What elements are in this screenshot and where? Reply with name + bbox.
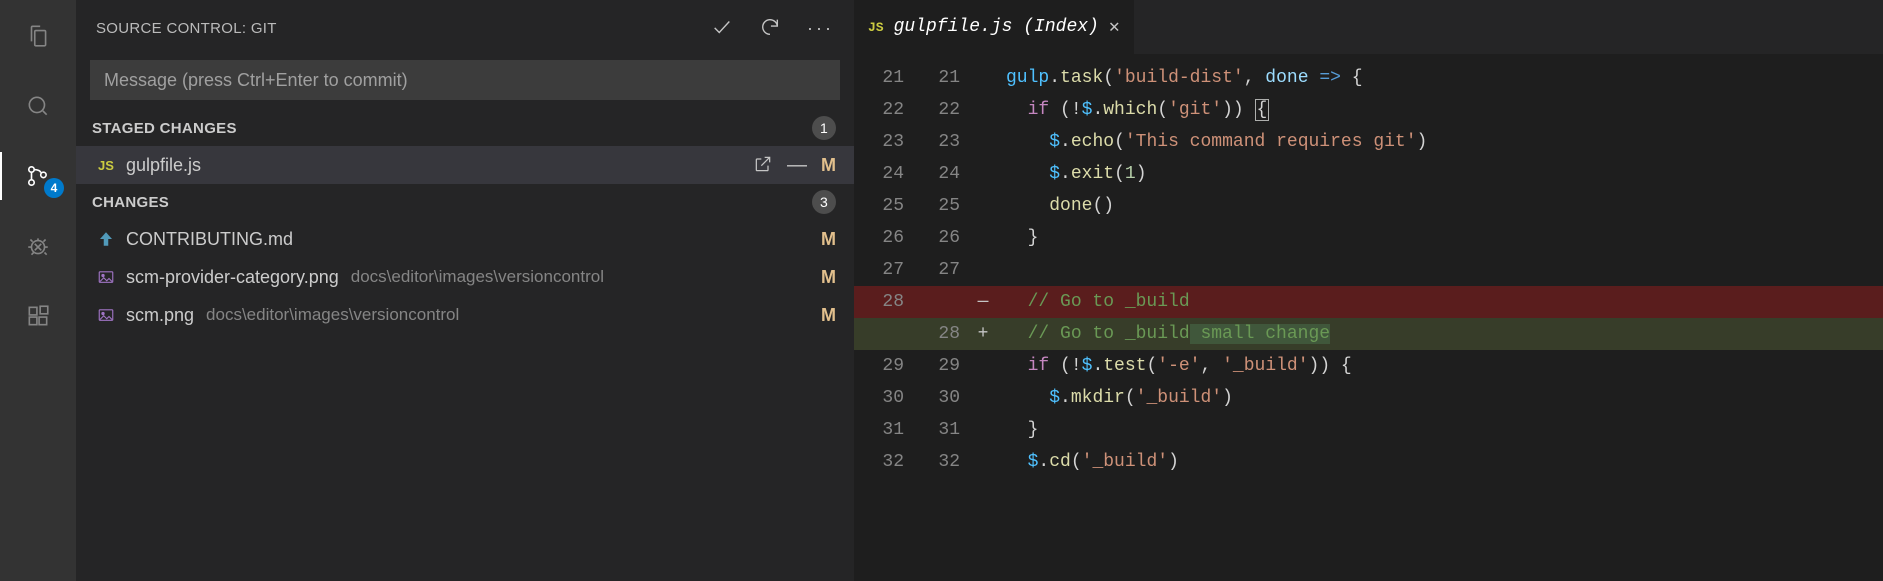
code-line[interactable]: 28— // Go to _build <box>854 286 1883 318</box>
explorer-icon[interactable] <box>14 12 62 60</box>
line-number-original: 32 <box>854 452 910 472</box>
search-icon[interactable] <box>14 82 62 130</box>
source-control-panel: SOURCE CONTROL: GIT ··· Message (press C… <box>76 0 854 581</box>
line-number-modified: 27 <box>910 260 966 280</box>
editor-area: JS gulpfile.js (Index) ✕ 2121gulp.task('… <box>854 0 1883 581</box>
line-number-original: 29 <box>854 356 910 376</box>
diff-editor[interactable]: 2121gulp.task('build-dist', done => {222… <box>854 54 1883 581</box>
markdown-file-icon <box>96 230 116 248</box>
code-line[interactable]: 2121gulp.task('build-dist', done => { <box>854 62 1883 94</box>
file-path: docs\editor\images\versioncontrol <box>351 267 604 287</box>
source-control-icon[interactable]: 4 <box>14 152 62 200</box>
commit-placeholder: Message (press Ctrl+Enter to commit) <box>104 70 408 91</box>
extensions-icon[interactable] <box>14 292 62 340</box>
line-number-modified: 22 <box>910 100 966 120</box>
line-number-original: 22 <box>854 100 910 120</box>
code-line[interactable]: 3030 $.mkdir('_build') <box>854 382 1883 414</box>
tab-bar: JS gulpfile.js (Index) ✕ <box>854 0 1883 54</box>
line-number-original: 30 <box>854 388 910 408</box>
status-letter: M <box>821 229 836 250</box>
line-number-modified: 25 <box>910 196 966 216</box>
staged-count: 1 <box>812 116 836 140</box>
code-line[interactable]: 3131 } <box>854 414 1883 446</box>
line-number-original: 21 <box>854 68 910 88</box>
code-line[interactable]: 2424 $.exit(1) <box>854 158 1883 190</box>
panel-header: SOURCE CONTROL: GIT ··· <box>76 0 854 56</box>
refresh-icon[interactable] <box>759 16 781 41</box>
line-number-modified: 31 <box>910 420 966 440</box>
js-file-icon: JS <box>868 20 884 35</box>
line-number-modified: 29 <box>910 356 966 376</box>
line-number-modified: 28 <box>910 324 966 344</box>
line-number-original: 24 <box>854 164 910 184</box>
file-path: docs\editor\images\versioncontrol <box>206 305 459 325</box>
file-row[interactable]: scm.png docs\editor\images\versioncontrol… <box>76 296 854 334</box>
js-file-icon: JS <box>96 158 116 173</box>
close-icon[interactable]: ✕ <box>1109 16 1120 38</box>
file-name: scm.png <box>126 305 194 326</box>
panel-title: SOURCE CONTROL: GIT <box>96 20 277 37</box>
changes-count: 3 <box>812 190 836 214</box>
tab-gulpfile[interactable]: JS gulpfile.js (Index) ✕ <box>854 0 1135 54</box>
unstage-icon[interactable]: — <box>787 154 807 177</box>
file-row[interactable]: scm-provider-category.png docs\editor\ima… <box>76 258 854 296</box>
line-number-original: 26 <box>854 228 910 248</box>
code-line[interactable]: 3232 $.cd('_build') <box>854 446 1883 478</box>
image-file-icon <box>96 268 116 286</box>
code-line[interactable]: 2929 if (!$.test('-e', '_build')) { <box>854 350 1883 382</box>
activity-bar: 4 <box>0 0 76 581</box>
line-number-original: 28 <box>854 292 910 312</box>
staged-list: JS gulpfile.js — M <box>76 146 854 184</box>
file-row[interactable]: CONTRIBUTING.md M <box>76 220 854 258</box>
status-letter: M <box>821 155 836 176</box>
line-number-modified: 23 <box>910 132 966 152</box>
scm-badge: 4 <box>44 178 64 198</box>
diff-marker: — <box>966 292 1000 312</box>
status-letter: M <box>821 305 836 326</box>
code-line[interactable]: 28+ // Go to _build small change <box>854 318 1883 350</box>
line-number-modified: 21 <box>910 68 966 88</box>
staged-changes-header[interactable]: STAGED CHANGES 1 <box>76 110 854 146</box>
file-name: gulpfile.js <box>126 155 201 176</box>
status-letter: M <box>821 267 836 288</box>
line-number-original: 27 <box>854 260 910 280</box>
line-number-modified: 32 <box>910 452 966 472</box>
tab-label: gulpfile.js (Index) <box>894 17 1099 37</box>
code-line[interactable]: 2626 } <box>854 222 1883 254</box>
file-name: CONTRIBUTING.md <box>126 229 293 250</box>
line-number-modified: 30 <box>910 388 966 408</box>
code-line[interactable]: 2727 <box>854 254 1883 286</box>
code-line[interactable]: 2222 if (!$.which('git')) { <box>854 94 1883 126</box>
line-number-original: 25 <box>854 196 910 216</box>
changes-list: CONTRIBUTING.md Mscm-provider-category.pn… <box>76 220 854 334</box>
commit-icon[interactable] <box>711 16 733 41</box>
diff-marker: + <box>966 324 1000 344</box>
changes-header[interactable]: CHANGES 3 <box>76 184 854 220</box>
code-line[interactable]: 2525 done() <box>854 190 1883 222</box>
line-number-original: 31 <box>854 420 910 440</box>
line-number-original: 23 <box>854 132 910 152</box>
code-line[interactable]: 2323 $.echo('This command requires git') <box>854 126 1883 158</box>
more-icon[interactable]: ··· <box>807 18 834 39</box>
line-number-modified: 24 <box>910 164 966 184</box>
file-row[interactable]: JS gulpfile.js — M <box>76 146 854 184</box>
image-file-icon <box>96 306 116 324</box>
debug-icon[interactable] <box>14 222 62 270</box>
line-number-modified: 26 <box>910 228 966 248</box>
open-file-icon[interactable] <box>753 154 773 177</box>
commit-message-input[interactable]: Message (press Ctrl+Enter to commit) <box>90 60 840 100</box>
file-name: scm-provider-category.png <box>126 267 339 288</box>
